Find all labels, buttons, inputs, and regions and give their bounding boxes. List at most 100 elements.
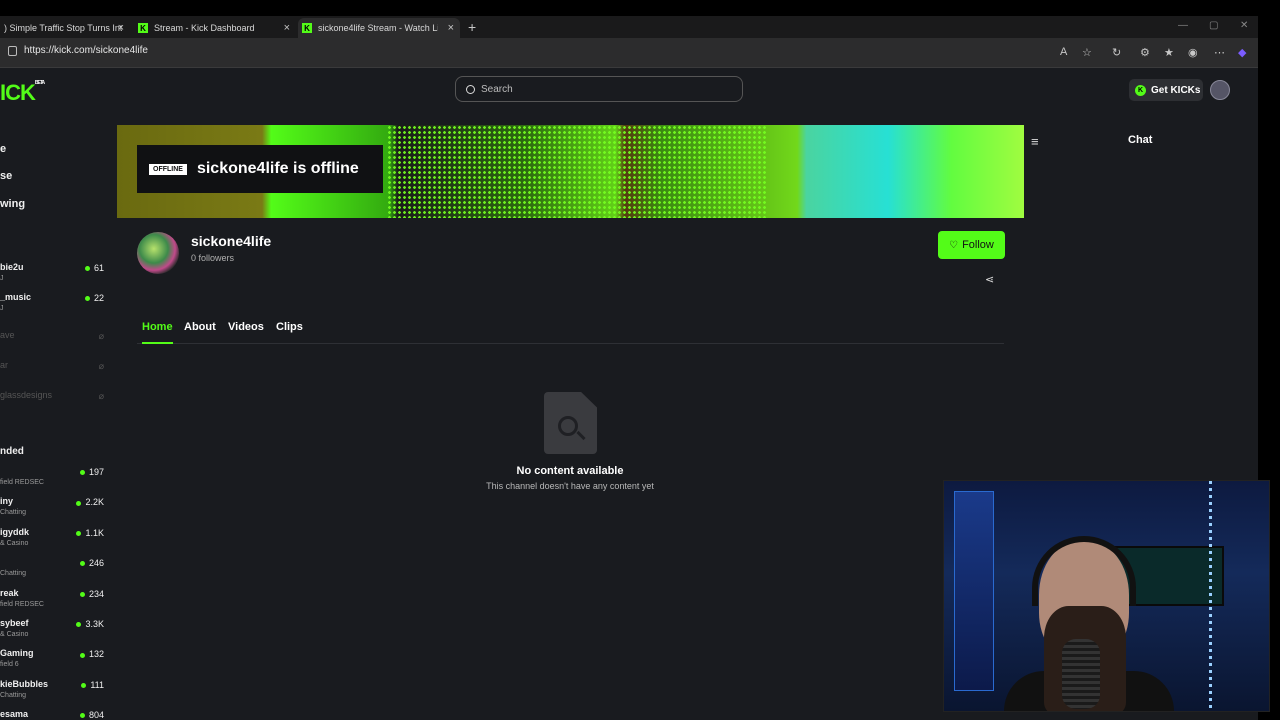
favorite-star-icon[interactable]: ☆ bbox=[1082, 46, 1092, 59]
channel-name: ave bbox=[0, 330, 15, 340]
recommended-channel[interactable]: sybeef & Casino 3.3K bbox=[0, 618, 106, 646]
collapse-chat-icon[interactable]: ≡ bbox=[1031, 134, 1043, 149]
channel-category: field REDSEC bbox=[0, 479, 44, 486]
kick-logo[interactable]: ICKBETA bbox=[0, 80, 45, 106]
browser-tab-2[interactable]: K Stream - Kick Dashboard × bbox=[134, 18, 296, 38]
channel-category: field 6 bbox=[0, 661, 19, 669]
channel-category: Chatting bbox=[0, 570, 27, 578]
close-icon[interactable]: × bbox=[284, 22, 290, 34]
window-close-icon[interactable]: ✕ bbox=[1240, 20, 1248, 31]
empty-state-subtitle: This channel doesn't have any content ye… bbox=[486, 481, 654, 491]
profile-icon[interactable]: ◉ bbox=[1188, 46, 1198, 59]
recommended-channel[interactable]: Chatting 246 bbox=[0, 557, 106, 585]
share-icon[interactable]: ⋖ bbox=[985, 273, 994, 286]
channel-category: & Casino bbox=[0, 631, 29, 638]
channel-tabs: Home About Videos Clips bbox=[137, 319, 1004, 344]
recommended-channel[interactable]: igyddk & Casino 1.1K bbox=[0, 527, 106, 555]
recommended-channel[interactable]: Gaming field 6 132 bbox=[0, 648, 106, 676]
recommended-channel[interactable]: iny Chatting 2.2K bbox=[0, 496, 106, 524]
tab-strip: ) Simple Traffic Stop Turns Int × K Stre… bbox=[0, 16, 1258, 38]
kick-favicon-icon: K bbox=[138, 23, 148, 33]
magnifier-lens bbox=[558, 416, 578, 436]
heart-icon: ♡ bbox=[949, 239, 959, 251]
lock-icon bbox=[8, 46, 17, 56]
sidebar-channel-offline[interactable]: ar ⌀ bbox=[0, 360, 106, 388]
sidebar-nav-home[interactable]: e bbox=[0, 143, 6, 155]
more-menu-icon[interactable]: ⋯ bbox=[1214, 46, 1225, 59]
offline-icon: ⌀ bbox=[98, 331, 104, 341]
webcam-light-strip bbox=[1209, 481, 1212, 711]
kicks-coin-icon: K bbox=[1135, 84, 1146, 96]
channel-name: igyddk bbox=[0, 526, 30, 537]
kick-favicon-icon: K bbox=[302, 23, 312, 33]
channel-category: Chatting bbox=[0, 509, 27, 517]
offline-text: sickone4life is offline bbox=[196, 160, 359, 177]
viewer-count: 2.2K bbox=[76, 497, 104, 507]
maximize-icon[interactable]: ▢ bbox=[1209, 20, 1218, 31]
viewer-count: 132 bbox=[80, 649, 104, 659]
channel-avatar[interactable] bbox=[137, 232, 179, 274]
viewer-count: 111 bbox=[81, 680, 104, 690]
browser-tab-3[interactable]: K sickone4life Stream - Watch Live × bbox=[298, 18, 460, 38]
search-input[interactable]: Search bbox=[455, 76, 743, 102]
viewer-count: 197 bbox=[80, 467, 104, 477]
webcam-shelf bbox=[954, 491, 994, 691]
offline-icon: ⌀ bbox=[98, 391, 104, 401]
viewer-count: 1.1K bbox=[76, 528, 104, 538]
tab-home[interactable]: Home bbox=[142, 321, 173, 344]
recommended-channel[interactable]: field REDSEC 197 bbox=[0, 466, 106, 494]
follow-button[interactable]: ♡ Follow bbox=[938, 231, 1005, 259]
browser-tab-1[interactable]: ) Simple Traffic Stop Turns Int × bbox=[0, 18, 130, 38]
get-kicks-label: Get KICKs bbox=[1151, 84, 1201, 96]
channel-category: field REDSEC bbox=[0, 600, 44, 608]
recommended-channel[interactable]: esama 804 bbox=[0, 709, 106, 720]
read-aloud-icon[interactable]: A bbox=[1060, 46, 1067, 58]
channel-category: & Casino bbox=[0, 539, 29, 547]
close-icon[interactable]: × bbox=[118, 22, 124, 34]
viewer-count: 3.3K bbox=[76, 619, 104, 629]
logo-text: ICK bbox=[0, 80, 36, 105]
offline-icon: ⌀ bbox=[98, 361, 104, 371]
tab-title: ) Simple Traffic Stop Turns Int bbox=[4, 23, 123, 33]
viewer-count: 61 bbox=[85, 263, 104, 273]
sidebar-channel[interactable]: _music J 22 bbox=[0, 292, 106, 320]
get-kicks-button[interactable]: K Get KICKs bbox=[1129, 79, 1203, 101]
channel-name: glassdesigns bbox=[0, 390, 53, 400]
sidebar-channel-offline[interactable]: ave ⌀ bbox=[0, 330, 106, 358]
url-field[interactable]: https://kick.com/sickone4life bbox=[24, 45, 148, 56]
recommended-channel[interactable]: reak field REDSEC 234 bbox=[0, 588, 106, 616]
channel-name: kieBubbles bbox=[0, 678, 49, 689]
recommended-heading: nded bbox=[0, 446, 24, 457]
beta-badge: BETA bbox=[34, 80, 45, 86]
minimize-icon[interactable]: — bbox=[1178, 20, 1188, 31]
chat-heading: Chat bbox=[1128, 134, 1153, 146]
extensions-icon[interactable]: ⚙ bbox=[1140, 46, 1150, 59]
close-icon[interactable]: × bbox=[448, 22, 454, 34]
tab-about[interactable]: About bbox=[184, 321, 216, 344]
user-avatar[interactable] bbox=[1210, 80, 1230, 100]
webcam-microphone bbox=[1062, 639, 1100, 709]
tab-clips[interactable]: Clips bbox=[276, 321, 303, 344]
refresh-icon[interactable]: ↻ bbox=[1112, 46, 1121, 59]
channel-category: Chatting bbox=[0, 691, 27, 699]
sidebar-nav-browse[interactable]: se bbox=[0, 170, 12, 182]
sidebar-channel[interactable]: bie2u J 61 bbox=[0, 262, 106, 290]
offline-badge: OFFLINE bbox=[149, 163, 187, 175]
sidebar-nav-following[interactable]: wing bbox=[0, 198, 25, 210]
recommended-channel[interactable]: kieBubbles Chatting 111 bbox=[0, 679, 106, 707]
tab-title: Stream - Kick Dashboard bbox=[154, 23, 255, 33]
channel-name: _music bbox=[0, 292, 32, 302]
webcam-overlay bbox=[943, 480, 1270, 712]
channel-name: bie2u bbox=[0, 262, 24, 272]
new-tab-button[interactable]: + bbox=[468, 19, 476, 35]
empty-file-search-icon bbox=[544, 392, 597, 454]
offline-notice: OFFLINE sickone4life is offline bbox=[137, 145, 383, 193]
sidebar-channel-offline[interactable]: glassdesigns ⌀ bbox=[0, 390, 106, 418]
tab-title: sickone4life Stream - Watch Live bbox=[318, 23, 438, 33]
copilot-icon[interactable]: ◆ bbox=[1238, 46, 1246, 59]
channel-name: reak bbox=[0, 587, 19, 598]
tab-videos[interactable]: Videos bbox=[228, 321, 264, 344]
favorites-icon[interactable]: ★ bbox=[1164, 46, 1174, 59]
follower-count: 0 followers bbox=[191, 253, 235, 263]
viewer-count: 246 bbox=[80, 558, 104, 568]
